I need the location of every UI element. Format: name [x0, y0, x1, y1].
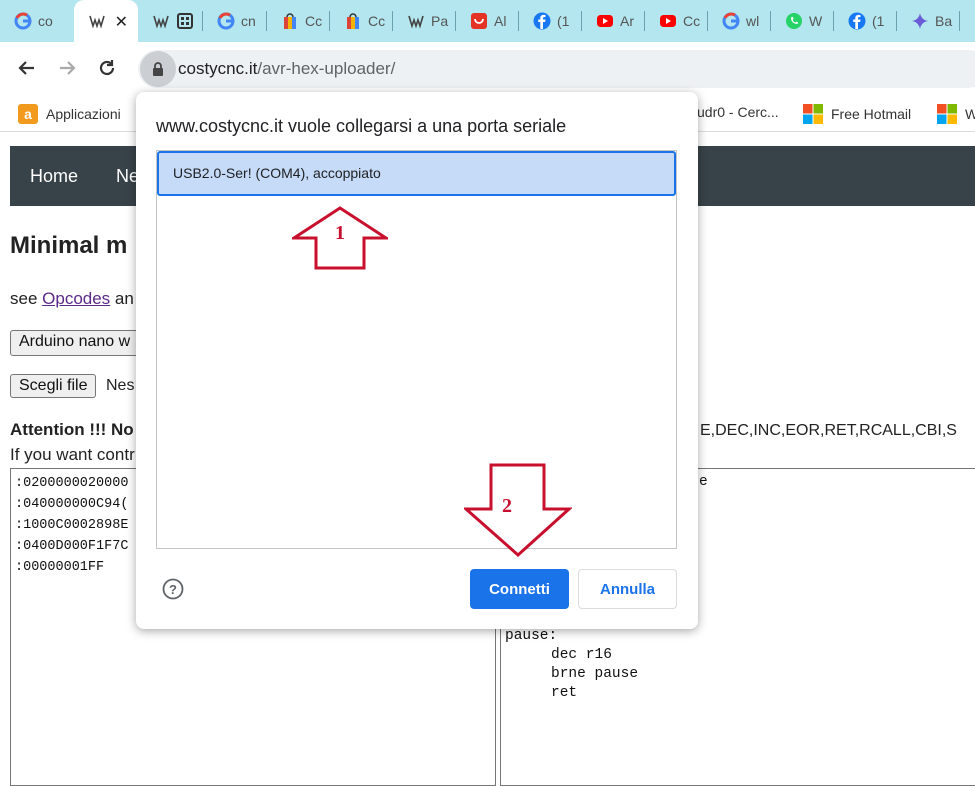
- url-path: /avr-hex-uploader/: [257, 59, 396, 78]
- svg-text:a: a: [24, 106, 32, 122]
- tab-title: (1: [557, 13, 570, 29]
- browser-toolbar: costycnc.it/avr-hex-uploader/: [0, 42, 975, 96]
- tab-title: wl: [746, 13, 760, 29]
- youtube-icon: [660, 15, 676, 27]
- microsoft-icon: [803, 104, 823, 124]
- tab-title: Ar: [620, 13, 634, 29]
- tab-title: co: [38, 13, 53, 29]
- forward-arrow-icon: [60, 61, 76, 75]
- opcodes-link[interactable]: Opcodes: [42, 289, 110, 308]
- see-prefix: see: [10, 289, 43, 308]
- tab-6[interactable]: Pa: [393, 0, 456, 42]
- tab-title: Pa: [431, 13, 449, 29]
- amazon-icon: a: [18, 104, 38, 124]
- bookmark-label: Free Hotmail: [831, 106, 912, 122]
- board-select[interactable]: Arduino nano w: [10, 330, 145, 356]
- shopping-bag-icon: [347, 13, 359, 29]
- app-grid-icon: [177, 13, 193, 29]
- tab-10[interactable]: Cc: [645, 0, 708, 42]
- tab-strip: co ✕ cn Cc Cc Pa Al (1 Ar Cc wl W (1 Ba: [0, 0, 975, 42]
- bookmark-label: udr0 - Cerc...: [697, 104, 779, 120]
- choose-file-button[interactable]: Scegli file: [10, 374, 97, 398]
- tab-12[interactable]: W: [771, 0, 834, 42]
- aliexpress-icon: [471, 13, 487, 29]
- tab-7[interactable]: Al: [456, 0, 519, 42]
- tab-title: W: [809, 13, 823, 29]
- tab-title: (1: [872, 13, 885, 29]
- reload-icon: [99, 60, 115, 76]
- asm-line: ret: [551, 685, 578, 701]
- tab-title: cn: [241, 13, 256, 29]
- tab-title: Cc: [683, 13, 701, 29]
- bookmark-applicazioni[interactable]: a Applicazioni: [18, 104, 121, 124]
- serial-port-dialog: www.costycnc.it vuole collegarsi a una p…: [136, 92, 698, 629]
- tab-title: Cc: [368, 13, 386, 29]
- tab-5[interactable]: Cc: [330, 0, 393, 42]
- asm-line: e: [699, 474, 708, 490]
- facebook-icon: [848, 12, 866, 30]
- see-line: see Opcodes an: [10, 289, 134, 309]
- youtube-icon: [597, 15, 613, 27]
- microsoft-icon: [937, 104, 957, 124]
- google-icon: [14, 12, 32, 30]
- shopping-bag-icon: [284, 13, 296, 29]
- reload-button[interactable]: [93, 54, 121, 82]
- if-text: If you want contr: [10, 445, 135, 464]
- forward-button[interactable]: [53, 54, 81, 82]
- annotation-down-arrow: [464, 463, 572, 557]
- tab-11[interactable]: wl: [708, 0, 771, 42]
- close-tab-icon[interactable]: ✕: [115, 12, 128, 32]
- address-bar[interactable]: costycnc.it/avr-hex-uploader/: [138, 50, 975, 88]
- bookmark-free-hotmail[interactable]: Free Hotmail: [803, 104, 911, 124]
- connect-button[interactable]: Connetti: [470, 569, 569, 609]
- annotation-number-1: 1: [335, 222, 345, 244]
- google-icon: [217, 12, 235, 30]
- port-list: USB2.0-Ser! (COM4), accoppiato: [156, 150, 677, 549]
- site-info-button[interactable]: [140, 51, 176, 87]
- whatsapp-icon: [786, 13, 802, 29]
- google-icon: [722, 12, 740, 30]
- file-status: Nes: [106, 377, 135, 394]
- tab-title: Ba: [935, 13, 953, 29]
- costycnc-icon: [153, 15, 169, 29]
- svg-text:?: ?: [169, 582, 177, 597]
- port-item-com4[interactable]: USB2.0-Ser! (COM4), accoppiato: [157, 151, 676, 196]
- facebook-icon: [533, 12, 551, 30]
- url-text: costycnc.it/avr-hex-uploader/: [178, 59, 395, 79]
- tab-14[interactable]: Ba: [897, 0, 960, 42]
- help-icon[interactable]: ?: [162, 578, 184, 600]
- back-button[interactable]: [13, 54, 41, 82]
- annotation-number-2: 2: [502, 495, 512, 517]
- asm-line: brne pause: [551, 666, 639, 682]
- bookmark-cerca[interactable]: udr0 - Cerc...: [697, 104, 779, 120]
- bookmark-label: W: [965, 106, 975, 122]
- page-title: Minimal m: [10, 232, 128, 259]
- gemini-icon: [912, 13, 928, 29]
- tab-8[interactable]: (1: [519, 0, 582, 42]
- tab-active[interactable]: ✕: [74, 0, 138, 42]
- lock-icon: [153, 62, 163, 76]
- asm-line: dec r16: [551, 647, 612, 663]
- cancel-button[interactable]: Annulla: [578, 569, 677, 609]
- tab-0[interactable]: co: [0, 0, 75, 42]
- tab-title: Cc: [305, 13, 323, 29]
- tab-4[interactable]: Cc: [267, 0, 330, 42]
- bookmark-label: Applicazioni: [46, 106, 121, 122]
- back-arrow-icon: [18, 61, 34, 75]
- see-suffix: an: [110, 289, 134, 308]
- url-domain: costycnc.it: [178, 59, 258, 78]
- attention-text: Attention !!! No: [10, 420, 134, 439]
- asm-label: pause:: [505, 628, 558, 644]
- costycnc-icon: [89, 15, 105, 29]
- nav-home-link[interactable]: Home: [30, 166, 78, 187]
- instruction-list: E,DEC,INC,EOR,RET,RCALL,CBI,S: [700, 422, 957, 439]
- tab-9[interactable]: Ar: [582, 0, 645, 42]
- costycnc-icon: [408, 15, 424, 29]
- dialog-title: www.costycnc.it vuole collegarsi a una p…: [156, 116, 567, 136]
- tab-2[interactable]: [138, 0, 203, 42]
- tab-title: Al: [494, 13, 507, 29]
- tab-13[interactable]: (1: [834, 0, 897, 42]
- tab-3[interactable]: cn: [203, 0, 267, 42]
- bookmark-w[interactable]: W: [937, 104, 975, 124]
